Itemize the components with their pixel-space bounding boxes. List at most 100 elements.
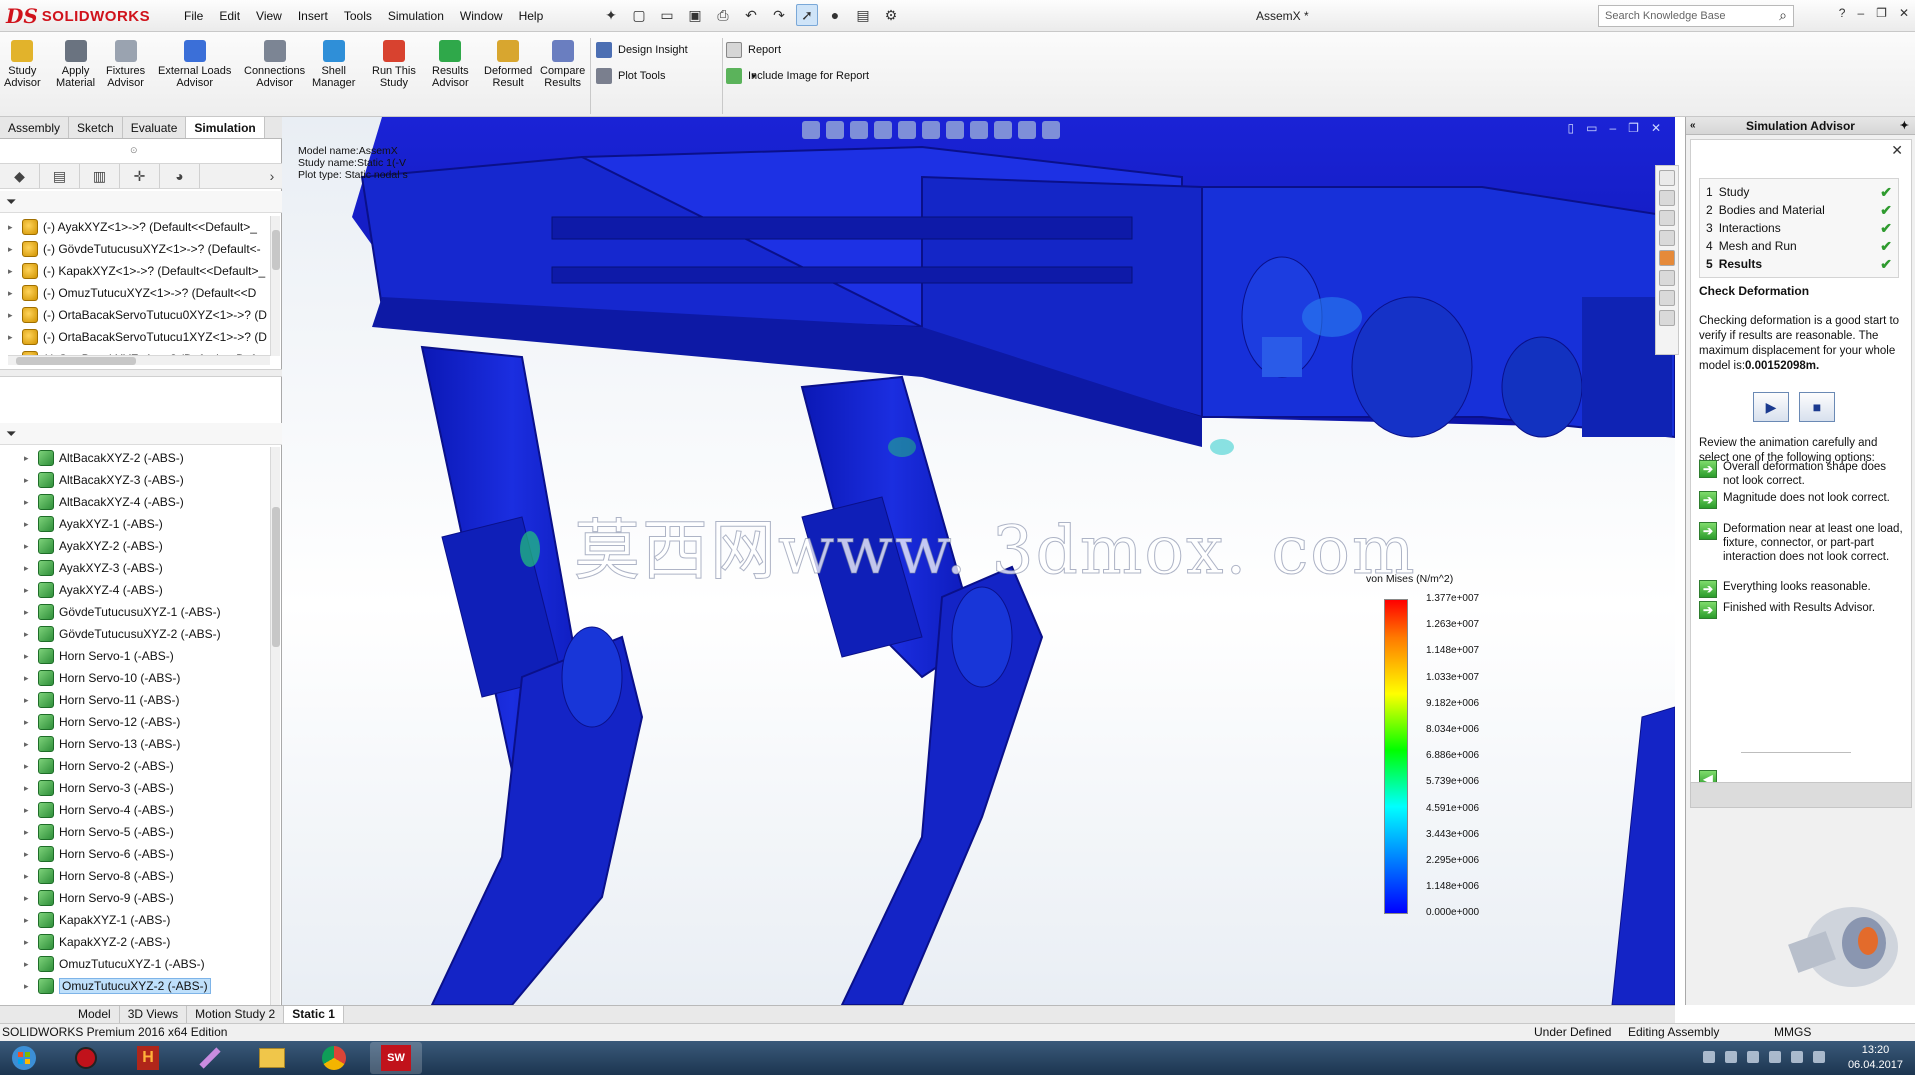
taskbar-app-feather[interactable] [184,1042,236,1074]
knowledge-base-search[interactable]: Search Knowledge Base ⌕ [1598,5,1794,27]
expand-arrow-icon[interactable]: ▸ [8,266,18,277]
taskbar-power-app[interactable] [60,1042,112,1074]
external-loads-button[interactable]: External Loads Advisor [158,40,231,89]
green-arrow-icon[interactable]: ➔ [1699,491,1717,509]
new-document-icon[interactable]: ▢ [628,4,650,26]
previous-view-icon[interactable] [850,121,868,139]
maximize-view-icon[interactable]: ▭ [1586,121,1597,135]
section-view-icon[interactable] [874,121,892,139]
tree-item[interactable]: ▸ Horn Servo-9 (-ABS-) [24,887,272,909]
tray-icon[interactable] [1725,1051,1737,1063]
lower-tree-scrollbar[interactable] [270,447,280,1005]
design-insight-button[interactable]: Design Insight [596,42,688,58]
hscroll-thumb[interactable] [16,357,136,365]
tree-item[interactable]: ▸ GövdeTutucusuXYZ-2 (-ABS-) [24,623,272,645]
tab-sketch[interactable]: Sketch [69,117,123,138]
print-icon[interactable]: ⎙ [712,4,734,26]
tree-item[interactable]: ▸ Horn Servo-2 (-ABS-) [24,755,272,777]
tree-item[interactable]: ▸ AyakXYZ-1 (-ABS-) [24,513,272,535]
minimize-view-icon[interactable]: – [1609,121,1616,135]
tree-item[interactable]: ▸ Horn Servo-10 (-ABS-) [24,667,272,689]
tree-item[interactable]: ▸ AltBacakXYZ-2 (-ABS-) [24,447,272,469]
clock[interactable]: 13:20 06.04.2017 [1848,1043,1903,1073]
tree-item[interactable]: ▸ AyakXYZ-4 (-ABS-) [24,579,272,601]
custom-properties-icon[interactable] [1659,270,1675,286]
panel-splitter[interactable] [0,369,282,377]
graphics-area[interactable]: Model name:AssemX Study name:Static 1(-V… [282,117,1675,1005]
taskbar-solidworks[interactable]: SW [370,1042,422,1074]
expand-arrow-icon[interactable]: ▸ [24,585,34,596]
taskbar-explorer[interactable] [246,1042,298,1074]
expand-arrow-icon[interactable]: ▸ [8,222,18,233]
undo-icon[interactable]: ↶ [740,4,762,26]
results-advisor-button[interactable]: Results Advisor [432,40,469,89]
split-view-icon[interactable]: ▯ [1568,121,1575,135]
expand-arrow-icon[interactable]: ▸ [24,673,34,684]
tree-item[interactable]: ▸ AyakXYZ-2 (-ABS-) [24,535,272,557]
expand-arrow-icon[interactable]: ▸ [24,519,34,530]
advisor-step[interactable]: 1 Study ✔ [1706,183,1892,201]
green-arrow-icon[interactable]: ➔ [1699,522,1717,540]
expand-arrow-icon[interactable]: ▸ [24,717,34,728]
tree-item[interactable]: ▸ OmuzTutucuXYZ-2 (-ABS-) [24,975,272,997]
tab-assembly[interactable]: Assembly [0,117,70,138]
restore-icon[interactable]: ❐ [1876,6,1887,20]
display-style-icon[interactable] [946,121,964,139]
appearances-icon[interactable] [1659,250,1675,266]
help-icon[interactable]: ? [1839,6,1846,20]
tree-item[interactable]: ▸ (-) OmuzTutucuXYZ<1>->? (Default<<D [8,282,274,304]
expand-arrow-icon[interactable]: ▸ [24,629,34,640]
tree-item[interactable]: ▸ (-) OrtaBacakServoTutucu0XYZ<1>->? (D [8,304,274,326]
display-manager-tab-icon[interactable]: ◕ [160,164,200,188]
tree-item[interactable]: ▸ Horn Servo-1 (-ABS-) [24,645,272,667]
scroll-thumb[interactable] [272,507,280,647]
apply-material-button[interactable]: Apply Material [56,40,95,89]
view-orientation-icon[interactable] [922,121,940,139]
tree-item[interactable]: ▸ Horn Servo-3 (-ABS-) [24,777,272,799]
expand-arrow-icon[interactable]: ▸ [24,651,34,662]
tree-item[interactable]: ▸ (-) AyakXYZ<1>->? (Default<<Default>_ [8,216,274,238]
save-icon[interactable]: ▣ [684,4,706,26]
expand-arrow-icon[interactable]: ▸ [24,849,34,860]
property-manager-tab-icon[interactable]: ▤ [40,164,80,188]
advisor-option[interactable]: ➔ Deformation near at least one load, fix… [1699,522,1905,564]
feature-manager-tab-icon[interactable]: ◆ [0,164,40,188]
expand-arrow-icon[interactable]: ▸ [24,695,34,706]
tab-simulation[interactable]: Simulation [186,117,265,138]
run-study-button[interactable]: Run This Study [372,40,416,89]
advisor-option[interactable]: ➔ Overall deformation shape does not look… [1699,460,1905,488]
tray-icon[interactable] [1747,1051,1759,1063]
tree-item[interactable]: ▸ Horn Servo-8 (-ABS-) [24,865,272,887]
expand-arrow-icon[interactable]: ▸ [24,497,34,508]
tree-item[interactable]: ▸ Horn Servo-13 (-ABS-) [24,733,272,755]
expand-arrow-icon[interactable]: ▸ [24,453,34,464]
green-arrow-icon[interactable]: ➔ [1699,601,1717,619]
solidworks-forum-icon[interactable] [1659,290,1675,306]
taskbar-app-h[interactable]: H [122,1042,174,1074]
network-icon[interactable] [1791,1051,1803,1063]
dynamic-annotation-icon[interactable] [898,121,916,139]
menu-file[interactable]: File [176,9,211,23]
tree-item[interactable]: ▸ KapakXYZ-2 (-ABS-) [24,931,272,953]
bottom-tab[interactable]: Static 1 [284,1006,344,1023]
close-icon[interactable]: ✕ [1891,142,1903,159]
open-folder-icon[interactable]: ▭ [656,4,678,26]
menu-help[interactable]: Help [511,9,552,23]
collapse-handle[interactable]: ⊙ [130,145,138,156]
tree-item[interactable]: ▸ Horn Servo-11 (-ABS-) [24,689,272,711]
close-view-icon[interactable]: ✕ [1651,121,1661,135]
tree-item[interactable]: ▸ KapakXYZ-1 (-ABS-) [24,909,272,931]
menu-window[interactable]: Window [452,9,511,23]
menu-simulation[interactable]: Simulation [380,9,452,23]
tree-item[interactable]: ▸ AltBacakXYZ-3 (-ABS-) [24,469,272,491]
minimize-icon[interactable]: – [1857,6,1864,20]
play-icon[interactable]: ▶ [1753,392,1789,422]
upper-filter-row[interactable]: ⏷ [0,191,282,213]
expand-arrow-icon[interactable]: ▸ [8,288,18,299]
start-button[interactable] [2,1042,46,1074]
expand-arrow-icon[interactable]: ▸ [24,893,34,904]
expand-arrow-icon[interactable]: ▸ [24,937,34,948]
expand-arrow-icon[interactable]: ▸ [8,244,18,255]
advisor-step[interactable]: 2 Bodies and Material ✔ [1706,201,1892,219]
solidworks-logo[interactable]: DS SOLIDWORKS [6,3,154,29]
